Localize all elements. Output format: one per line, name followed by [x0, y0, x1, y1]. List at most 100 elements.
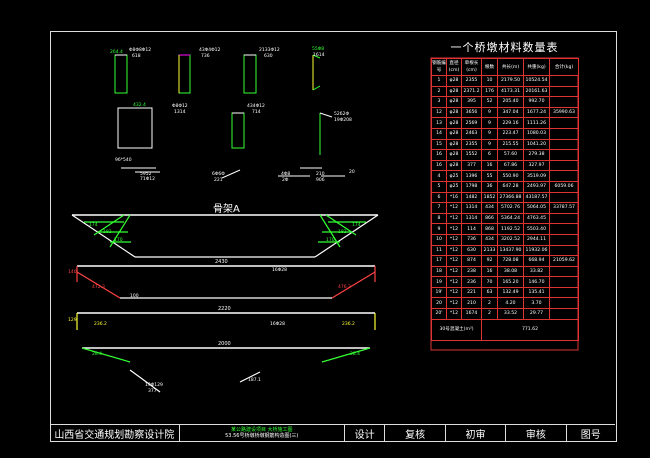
shape12-label-a: 20 — [349, 170, 355, 175]
table-body: 1 φ28 2355 10 2179.50 10524.54 2 φ28 2371.2 176 41… — [431, 75, 579, 320]
table-cell: 10 — [431, 233, 447, 246]
table-cell: 4.20 — [497, 297, 524, 310]
table-cell: 43187.57 — [523, 191, 550, 204]
concrete-label: 30号混凝土(m³) — [431, 318, 482, 341]
skel-label-6: 170 — [326, 238, 335, 243]
table-cell: 165.20 — [497, 276, 524, 288]
bar-label-w4: 187.1 — [248, 378, 261, 383]
table-cell: 3656 — [461, 106, 482, 119]
table-row: 8 *12 1314 866 5364.24 4763.45 — [431, 212, 579, 225]
table-cell: 236 — [461, 276, 482, 288]
table-cell: *12 — [446, 255, 462, 267]
skel-label-3: 170 — [114, 238, 123, 243]
title-project: 某公路建设项目 大桥施工图 53.56号桥墩桥墩钢筋构造图(三) — [180, 425, 345, 441]
table-cell: 647.28 — [497, 180, 524, 193]
table-cell: 2133 — [481, 244, 498, 257]
table-cell: 5702.76 — [497, 202, 524, 214]
table-cell: 9 — [481, 138, 498, 151]
table-cell: *12 — [446, 265, 462, 278]
title-block: 山西省交通规划勘察设计院 某公路建设项目 大桥施工图 53.56号桥墩桥墩钢筋构… — [50, 424, 615, 441]
table-cell: 8 — [431, 212, 447, 225]
table-total-cell — [549, 265, 579, 278]
table-cell: 9 — [481, 127, 498, 140]
table-cell: *16 — [446, 191, 462, 204]
table-total-cell — [549, 170, 579, 182]
table-cell: 33.82 — [523, 265, 550, 278]
table-total-cell — [549, 138, 579, 151]
table-cell: *12 — [446, 244, 462, 257]
table-row: 17 *12 874 92 728.08 668.94 21059.62 — [431, 255, 579, 267]
table-cell: *12 — [446, 297, 462, 310]
table-row: 20' *12 1674 2 33.52 29.77 — [431, 308, 579, 320]
table-header-cell: 直径(cm) — [446, 58, 462, 76]
table-cell: 10524.54 — [523, 75, 550, 87]
bar-shape-1 — [114, 54, 128, 94]
bar-2000 — [81, 347, 371, 393]
table-cell: 2944.11 — [523, 233, 550, 246]
table-cell: 3519.09 — [523, 170, 550, 182]
bar-label-y2: 236.2 — [342, 322, 355, 327]
table-cell: 13437.90 — [497, 244, 524, 257]
table-row: 2 φ28 2371.2 176 4173.31 20161.63 — [431, 85, 579, 98]
bar-shape-5 — [117, 107, 153, 149]
shape3-label-a: 2133Φ12 — [259, 48, 280, 53]
table-row: 13 φ28 2569 9 229.16 1111.26 — [431, 117, 579, 129]
table-cell: 114 — [461, 223, 482, 235]
skel-label-5: 182 — [338, 230, 347, 235]
table-cell: 3.70 — [523, 297, 550, 310]
table-total-cell: 35990.63 — [549, 106, 579, 119]
table-cell: *12 — [446, 223, 462, 235]
label-1628-1: 16Φ28 — [272, 268, 287, 273]
table-row: 19 *12 236 70 165.20 146.70 — [431, 276, 579, 288]
table-cell: 866 — [481, 212, 498, 225]
shape4-label-b: 1614 — [313, 53, 325, 58]
table-total-cell — [549, 127, 579, 140]
shape5-label-b: 1314 — [174, 110, 186, 115]
table-cell: 992.70 — [523, 96, 550, 108]
shape3-label-b: 630 — [264, 54, 273, 59]
table-row: 4 φ25 1396 55 550.90 3519.09 — [431, 170, 579, 182]
table-cell: 2371.2 — [461, 85, 482, 98]
shape12-label-b: 210 — [316, 172, 325, 177]
table-cell: 2493.97 — [523, 180, 550, 193]
table-cell: 52 — [481, 96, 498, 108]
table-cell: 5 — [431, 180, 447, 193]
title-approve: 审核 — [506, 425, 567, 441]
table-cell: 15 — [431, 138, 447, 151]
label-dim-2220: 2220 — [218, 306, 231, 312]
table-cell: *12 — [446, 233, 462, 246]
table-cell: 279.38 — [523, 149, 550, 161]
bar-2430 — [76, 265, 376, 299]
bar-label-y1: 236.2 — [94, 322, 107, 327]
shape12-label-c: 906 — [316, 178, 325, 183]
table-cell: 1798 — [461, 180, 482, 193]
material-table: 钢筋编号 直径(cm) 单根长(cm) 根数 共长(m) 共重(kg) 合计(kg) 1 φ2… — [431, 58, 579, 341]
table-cell: 1192.52 — [497, 223, 524, 235]
table-cell: 11 — [431, 244, 447, 257]
table-row: 15 φ28 2355 9 215.55 1041.20 — [431, 138, 579, 151]
table-cell: 20161.63 — [523, 85, 550, 98]
table-cell: φ25 — [446, 180, 462, 193]
table-cell: φ28 — [446, 75, 462, 87]
table-cell: 7 — [431, 202, 447, 214]
shape6-label-b: 714 — [252, 110, 261, 115]
bar-shape-3 — [243, 54, 257, 94]
bar-shape-4 — [312, 54, 321, 91]
table-cell: 668.94 — [523, 255, 550, 267]
table-row: 16 φ28 1552 6 57.60 279.38 — [431, 149, 579, 161]
table-cell: φ28 — [446, 149, 462, 161]
table-cell: 377 — [461, 159, 482, 172]
table-total-cell — [549, 308, 579, 320]
table-cell: φ28 — [446, 96, 462, 108]
table-cell: 3202.52 — [497, 233, 524, 246]
table-cell: 6 — [481, 149, 498, 161]
table-cell: 16 — [481, 265, 498, 278]
table-cell: 16 — [431, 149, 447, 161]
table-total-cell: 6059.06 — [549, 180, 579, 193]
table-header-cell: 合计(kg) — [549, 58, 579, 76]
table-cell: 2 — [481, 308, 498, 320]
concrete-row: 30号混凝土(m³) 771.62 — [431, 318, 579, 341]
table-cell: 57.60 — [497, 149, 524, 161]
table-cell: 1111.26 — [523, 117, 550, 129]
table-row: 11 *12 630 2133 13437.90 11932.06 — [431, 244, 579, 257]
